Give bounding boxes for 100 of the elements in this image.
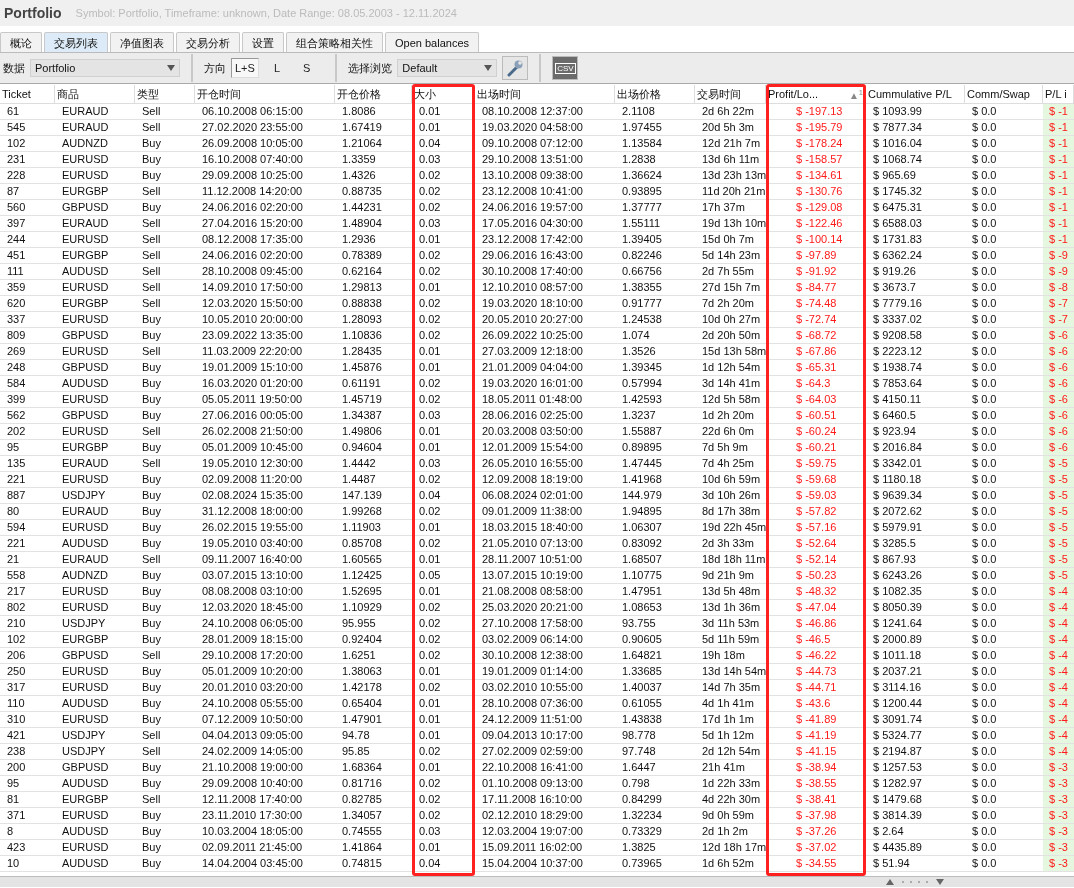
table-cell: $ -4 <box>1043 680 1074 695</box>
table-cell-text: 2d 3h 33m <box>701 536 755 551</box>
table-cell-text: EURUSD <box>61 392 110 407</box>
table-cell-text: 26.09.2008 10:05:00 <box>201 136 304 151</box>
table-cell-text: 28.11.2007 10:51:00 <box>481 552 584 567</box>
table-cell-text: $ 0.0 <box>971 792 998 807</box>
table-cell-text: 97.748 <box>621 744 657 759</box>
table-cell-text: $ 6243.26 <box>872 568 923 583</box>
table-cell-text: 248 <box>6 360 27 375</box>
table-cell-text: EURGBP <box>61 184 110 199</box>
table-cell-text: $ 0.0 <box>971 280 998 295</box>
table-cell-text: 19.05.2010 12:30:00 <box>201 456 304 471</box>
table-cell-text: 24.10.2008 05:55:00 <box>201 696 304 711</box>
table-cell-text: $ 0.0 <box>971 424 998 439</box>
table-cell-text: 1.4326 <box>341 168 377 183</box>
table-cell-text: 10.05.2010 20:00:00 <box>201 312 304 327</box>
table-cell-text: 21.08.2008 08:58:00 <box>481 584 584 599</box>
column-header[interactable]: 开仓时间 <box>195 85 335 103</box>
column-header[interactable]: 商品 <box>55 85 135 103</box>
table-cell-text: 27.04.2016 15:20:00 <box>201 216 304 231</box>
column-header[interactable]: P/L i <box>1043 85 1074 103</box>
column-header[interactable]: 开仓价格 <box>335 85 412 103</box>
tab[interactable]: 概论 <box>0 32 42 52</box>
table-cell-text: $ 0.0 <box>971 840 998 855</box>
table-cell-text: AUDUSD <box>61 696 110 711</box>
tab[interactable]: Open balances <box>385 32 479 52</box>
table-cell-text: $ -158.57 <box>795 152 844 167</box>
direction-toggle[interactable]: L+S <box>231 58 259 78</box>
table-cell-text: 0.03 <box>418 408 442 423</box>
table-cell-text: 13d 5h 48m <box>701 584 762 599</box>
direction-toggle[interactable]: L <box>269 58 284 78</box>
column-header[interactable]: Ticket <box>0 85 55 103</box>
tab[interactable]: 净值图表 <box>110 32 174 52</box>
table-cell-text: GBPUSD <box>61 408 110 423</box>
table-cell-text: 19.03.2020 18:10:00 <box>481 296 584 311</box>
tab[interactable]: 交易列表 <box>44 32 108 52</box>
table-cell-text: 451 <box>6 248 27 263</box>
table-cell-text: $ -38.41 <box>795 792 838 807</box>
table-cell-text: 19d 13h 10m <box>701 216 766 231</box>
table-cell-text: 13d 14h 54m <box>701 664 766 679</box>
direction-toggle[interactable]: S <box>299 58 315 78</box>
table-cell-text: EURGBP <box>61 248 110 263</box>
column-header[interactable]: 交易时间 <box>695 85 766 103</box>
table-cell-text: $ 0.0 <box>971 744 998 759</box>
table-cell-text: 110 <box>6 696 26 711</box>
table-cell-text: 0.02 <box>418 616 442 631</box>
table-cell-text: 24.06.2016 19:57:00 <box>481 200 584 215</box>
table-cell-text: 05.01.2009 10:20:00 <box>201 664 304 679</box>
tab[interactable]: 组合策略相关性 <box>286 32 383 52</box>
table-cell-text: $ 965.69 <box>872 168 917 183</box>
table-cell-text: $ 0.0 <box>971 568 998 583</box>
csv-save-button[interactable]: CSV <box>552 56 579 80</box>
column-header[interactable]: Cummulative P/L <box>866 85 965 103</box>
table-cell-text: 397 <box>6 216 27 231</box>
table-cell-text: $ 0.0 <box>971 696 998 711</box>
table-cell-text: AUDUSD <box>61 264 110 279</box>
table-cell-text: 1.13584 <box>621 136 663 151</box>
column-header[interactable]: 出场时间 <box>475 85 615 103</box>
table-cell-text: 27d 15h 7m <box>701 280 762 295</box>
table-cell-text: $ -97.89 <box>795 248 838 263</box>
table-cell-text: Sell <box>141 264 162 279</box>
table-cell-text: Buy <box>141 328 162 343</box>
table-cell-text: 238 <box>6 744 27 759</box>
table-cell-text: 202 <box>6 424 27 439</box>
table-cell-text: 01.10.2008 09:13:00 <box>481 776 584 791</box>
table-cell-text: 1d 22h 33m <box>701 776 762 791</box>
table-cell-text: 17d 1h 1m <box>701 712 755 727</box>
table-cell-text: 0.02 <box>418 536 442 551</box>
table-cell-text: 310 <box>6 712 27 727</box>
column-header[interactable]: Profit/Lo... ▲$^{1}$ <box>766 85 866 103</box>
table-cell-text: EURAUD <box>61 456 110 471</box>
table-cell-text: 93.755 <box>621 616 657 631</box>
tab[interactable]: 设置 <box>242 32 284 52</box>
table-cell-text: 18d 18h 11m <box>701 552 766 567</box>
table-cell-text: EURUSD <box>61 584 110 599</box>
data-dropdown[interactable]: Portfolio <box>30 59 180 77</box>
table-cell-text: 1.38063 <box>341 664 383 679</box>
table-cell-text: 0.57994 <box>621 376 663 391</box>
view-dropdown[interactable]: Default <box>397 59 498 77</box>
table-cell-text: Buy <box>141 680 162 695</box>
table-cell-text: 0.03 <box>418 152 442 167</box>
table-cell-text: 1.3237 <box>621 408 657 423</box>
column-header[interactable]: 出场价格 <box>615 85 695 103</box>
table-cell-text: 14d 7h 35m <box>701 680 762 695</box>
tab[interactable]: 交易分析 <box>176 32 240 52</box>
table-cell-text: 1.41864 <box>341 840 383 855</box>
column-header[interactable]: Comm/Swap <box>965 85 1043 103</box>
column-header[interactable]: 类型 <box>135 85 195 103</box>
table-cell: $ -4 <box>1043 632 1074 647</box>
wrench-button[interactable] <box>502 56 529 80</box>
table-cell-text: 29.10.2008 17:20:00 <box>201 648 304 663</box>
table-cell-text: EURUSD <box>61 680 110 695</box>
column-header[interactable]: 大小 <box>412 85 475 103</box>
table-cell-text: $ 1745.32 <box>872 184 923 199</box>
table-cell-text: 0.66756 <box>621 264 663 279</box>
table-cell-text: 0.02 <box>418 296 442 311</box>
table-cell-text: 1.64821 <box>621 648 663 663</box>
table-cell-text: 13.07.2015 10:19:00 <box>481 568 584 583</box>
table-cell-text: $ 0.0 <box>971 232 998 247</box>
table-cell-text: $ -129.08 <box>795 200 844 215</box>
